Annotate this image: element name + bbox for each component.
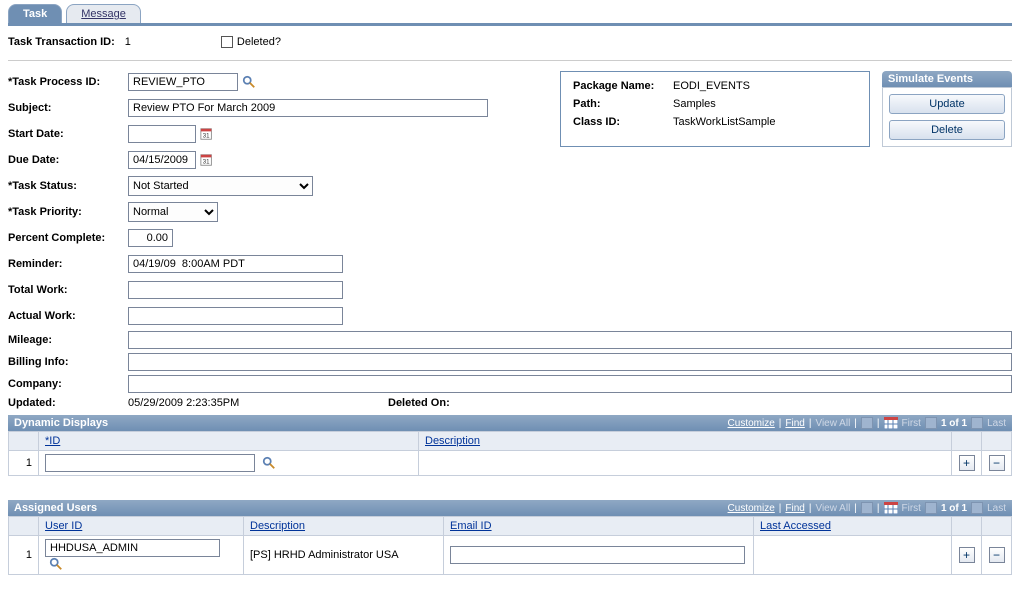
first-link[interactable]: First [902,503,921,514]
tab-task[interactable]: Task [8,4,62,23]
add-row-icon[interactable]: + [959,547,975,563]
mileage-input[interactable] [128,331,1012,349]
prev-icon[interactable] [925,502,937,514]
label-subject: Subject: [8,102,128,114]
label-updated: Updated: [8,397,128,409]
due-date-input[interactable] [128,151,196,169]
total-work-input[interactable] [128,281,343,299]
customize-link[interactable]: Customize [728,418,775,429]
task-transaction-id-value: 1 [125,36,131,48]
table-row: 1 [PS] HRHD Administrator USA + − [9,536,1012,575]
task-status-select[interactable]: Not Started [128,176,313,196]
prev-icon[interactable] [925,417,937,429]
find-link[interactable]: Find [785,503,804,514]
assigned-users-title: Assigned Users [14,502,97,514]
col-description[interactable]: Description [250,520,305,532]
row-num: 1 [9,536,39,575]
col-last-accessed[interactable]: Last Accessed [760,520,831,532]
label-actual-work: Actual Work: [8,310,128,322]
subject-input[interactable] [128,99,488,117]
label-deleted-on: Deleted On: [388,397,488,409]
task-process-id-input[interactable] [128,73,238,91]
label-task-priority: *Task Priority: [8,206,128,218]
dynamic-id-input[interactable] [45,454,255,472]
package-name-value: EODI_EVENTS [673,80,750,92]
reminder-input[interactable] [128,255,343,273]
view-all-link[interactable]: View All [815,418,850,429]
company-input[interactable] [128,375,1012,393]
svg-text:31: 31 [203,133,210,140]
col-email-id[interactable]: Email ID [450,520,492,532]
email-id-input[interactable] [450,546,745,564]
next-icon[interactable] [971,417,983,429]
label-task-process-id: *Task Process ID: [8,76,128,88]
label-company: Company: [8,378,128,390]
calendar-icon[interactable]: 31 [200,127,214,141]
table-row: 1 + − [9,451,1012,476]
tab-message[interactable]: Message [66,4,141,23]
range-text: 1 of 1 [941,418,967,429]
last-link[interactable]: Last [987,418,1006,429]
download-icon[interactable] [861,417,873,429]
package-info-box: Package Name: EODI_EVENTS Path: Samples … [560,71,870,147]
last-accessed-cell [754,536,952,575]
delete-button[interactable]: Delete [889,120,1005,140]
download-icon[interactable] [861,502,873,514]
updated-value: 05/29/2009 2:23:35PM [128,397,388,409]
package-name-label: Package Name: [573,80,673,92]
range-text: 1 of 1 [941,503,967,514]
lookup-icon[interactable] [49,557,63,571]
first-link[interactable]: First [902,418,921,429]
user-description-cell: [PS] HRHD Administrator USA [244,536,444,575]
deleted-label: Deleted? [237,36,281,48]
user-id-input[interactable] [45,539,220,557]
actual-work-input[interactable] [128,307,343,325]
billing-info-input[interactable] [128,353,1012,371]
simulate-events-title: Simulate Events [882,71,1012,87]
col-description[interactable]: Description [425,435,480,447]
deleted-checkbox[interactable] [221,36,233,48]
task-transaction-id-label: Task Transaction ID: [8,36,115,48]
customize-link[interactable]: Customize [728,503,775,514]
label-reminder: Reminder: [8,258,128,270]
update-button[interactable]: Update [889,94,1005,114]
svg-text:31: 31 [203,159,210,166]
path-value: Samples [673,98,716,110]
delete-row-icon[interactable]: − [989,547,1005,563]
class-id-value: TaskWorkListSample [673,116,776,128]
dynamic-displays-title: Dynamic Displays [14,417,108,429]
task-priority-select[interactable]: Normal [128,202,218,222]
grid-spreadsheet-icon[interactable] [884,502,898,514]
label-percent-complete: Percent Complete: [8,232,128,244]
calendar-icon[interactable]: 31 [200,153,214,167]
last-link[interactable]: Last [987,503,1006,514]
lookup-icon[interactable] [262,456,276,470]
grid-spreadsheet-icon[interactable] [884,417,898,429]
label-task-status: *Task Status: [8,180,128,192]
col-id[interactable]: *ID [45,435,60,447]
view-all-link[interactable]: View All [815,503,850,514]
find-link[interactable]: Find [785,418,804,429]
label-total-work: Total Work: [8,284,128,296]
label-mileage: Mileage: [8,334,128,346]
col-user-id[interactable]: User ID [45,520,82,532]
add-row-icon[interactable]: + [959,455,975,471]
percent-complete-input[interactable] [128,229,173,247]
next-icon[interactable] [971,502,983,514]
path-label: Path: [573,98,673,110]
lookup-icon[interactable] [242,75,256,89]
class-id-label: Class ID: [573,116,673,128]
dynamic-description-cell [419,451,952,476]
label-start-date: Start Date: [8,128,128,140]
start-date-input[interactable] [128,125,196,143]
label-billing-info: Billing Info: [8,356,128,368]
row-num: 1 [9,451,39,476]
label-due-date: Due Date: [8,154,128,166]
delete-row-icon[interactable]: − [989,455,1005,471]
